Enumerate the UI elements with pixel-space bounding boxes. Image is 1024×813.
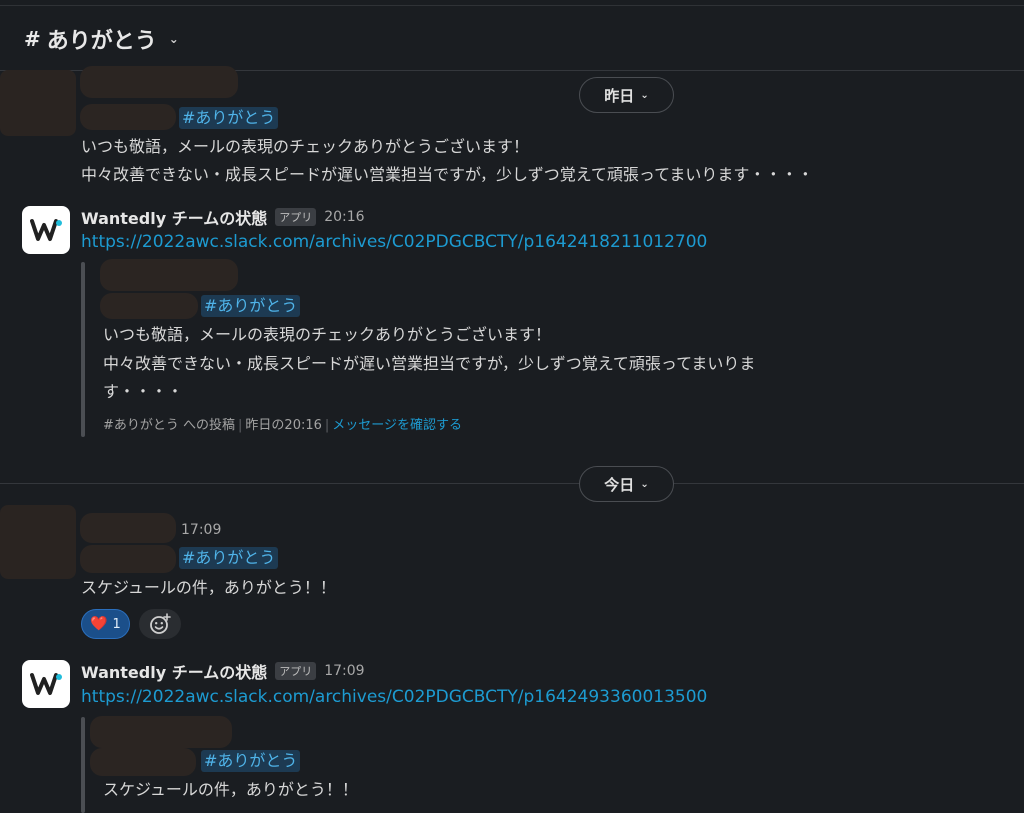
heart-reaction-button[interactable]: ❤️ 1: [81, 609, 130, 639]
message-header: Wantedly チームの状態 アプリ 17:09: [81, 659, 365, 683]
permalink[interactable]: https://2022awc.slack.com/archives/C02PD…: [81, 232, 707, 252]
chevron-down-icon: ⌄: [640, 478, 649, 490]
quote-bar: [81, 717, 85, 813]
quote-line: 中々改善できない・成長スピードが遅い営業担当ですが，少しずつ覚えて頑張ってまいり…: [103, 354, 756, 373]
sender-name[interactable]: Wantedly チームの状態: [81, 659, 267, 683]
date-divider-today[interactable]: 今日 ⌄: [579, 466, 674, 502]
view-message-link[interactable]: メッセージを確認する: [332, 418, 462, 433]
timestamp[interactable]: 20:16: [324, 209, 364, 225]
channel-tag[interactable]: #ありがとう: [179, 107, 279, 129]
chevron-down-icon: ⌄: [168, 32, 179, 46]
heart-icon: ❤️: [90, 616, 108, 632]
date-label: 昨日: [604, 86, 635, 105]
app-badge: アプリ: [275, 208, 317, 226]
reaction-count: 1: [112, 616, 121, 632]
chevron-down-icon: ⌄: [640, 89, 649, 101]
redacted-name: [80, 66, 238, 98]
top-border: [0, 5, 1024, 6]
message-text: スケジュールの件，ありがとう！！: [81, 578, 336, 597]
channel-hash-icon: #: [24, 27, 41, 51]
message-header: Wantedly チームの状態 アプリ 20:16: [81, 205, 365, 229]
channel-tag[interactable]: #ありがとう: [201, 750, 301, 772]
avatar-redacted[interactable]: [0, 505, 76, 579]
redacted-name: [90, 716, 232, 748]
channel-name: ありがとう: [46, 29, 157, 54]
channel-header-button[interactable]: # ありがとう ⌄: [24, 22, 179, 56]
permalink[interactable]: https://2022awc.slack.com/archives/C02PD…: [81, 687, 707, 707]
add-reaction-button[interactable]: [139, 609, 181, 639]
posted-time[interactable]: 昨日の20:16: [245, 418, 321, 433]
app-avatar[interactable]: [22, 206, 70, 254]
quote-line: いつも敬語，メールの表現のチェックありがとうございます！: [103, 325, 552, 344]
timestamp[interactable]: 17:09: [324, 663, 364, 679]
redacted-name: [80, 513, 176, 543]
message-line: 中々改善できない・成長スピードが遅い営業担当ですが，少しずつ覚えて頑張ってまいり…: [81, 165, 814, 184]
message-line: いつも敬語，メールの表現のチェックありがとうございます！: [81, 137, 530, 156]
timestamp[interactable]: 17:09: [181, 522, 221, 538]
redacted-mention: [100, 293, 198, 319]
wantedly-logo-icon: [30, 219, 62, 241]
redacted-name: [100, 259, 238, 291]
app-badge: アプリ: [275, 662, 317, 680]
avatar-redacted[interactable]: [0, 70, 76, 136]
redacted-mention: [80, 104, 176, 130]
posted-in: #ありがとう への投稿: [103, 418, 236, 433]
redacted-mention: [80, 545, 176, 573]
wantedly-logo-icon: [30, 673, 62, 695]
date-label: 今日: [604, 475, 635, 494]
quote-text: スケジュールの件，ありがとう！！: [103, 780, 358, 799]
app-avatar[interactable]: [22, 660, 70, 708]
quote-line: す・・・・: [103, 382, 184, 401]
quote-footer: #ありがとう への投稿 | 昨日の20:16 | メッセージを確認する: [103, 418, 463, 433]
channel-tag[interactable]: #ありがとう: [179, 547, 279, 569]
sender-name[interactable]: Wantedly チームの状態: [81, 205, 267, 229]
quote-bar: [81, 262, 85, 437]
date-divider-yesterday[interactable]: 昨日 ⌄: [579, 77, 674, 113]
channel-tag[interactable]: #ありがとう: [201, 295, 301, 317]
add-emoji-icon: [150, 613, 171, 634]
redacted-mention: [90, 748, 196, 776]
divider-line-today: [0, 483, 1024, 484]
